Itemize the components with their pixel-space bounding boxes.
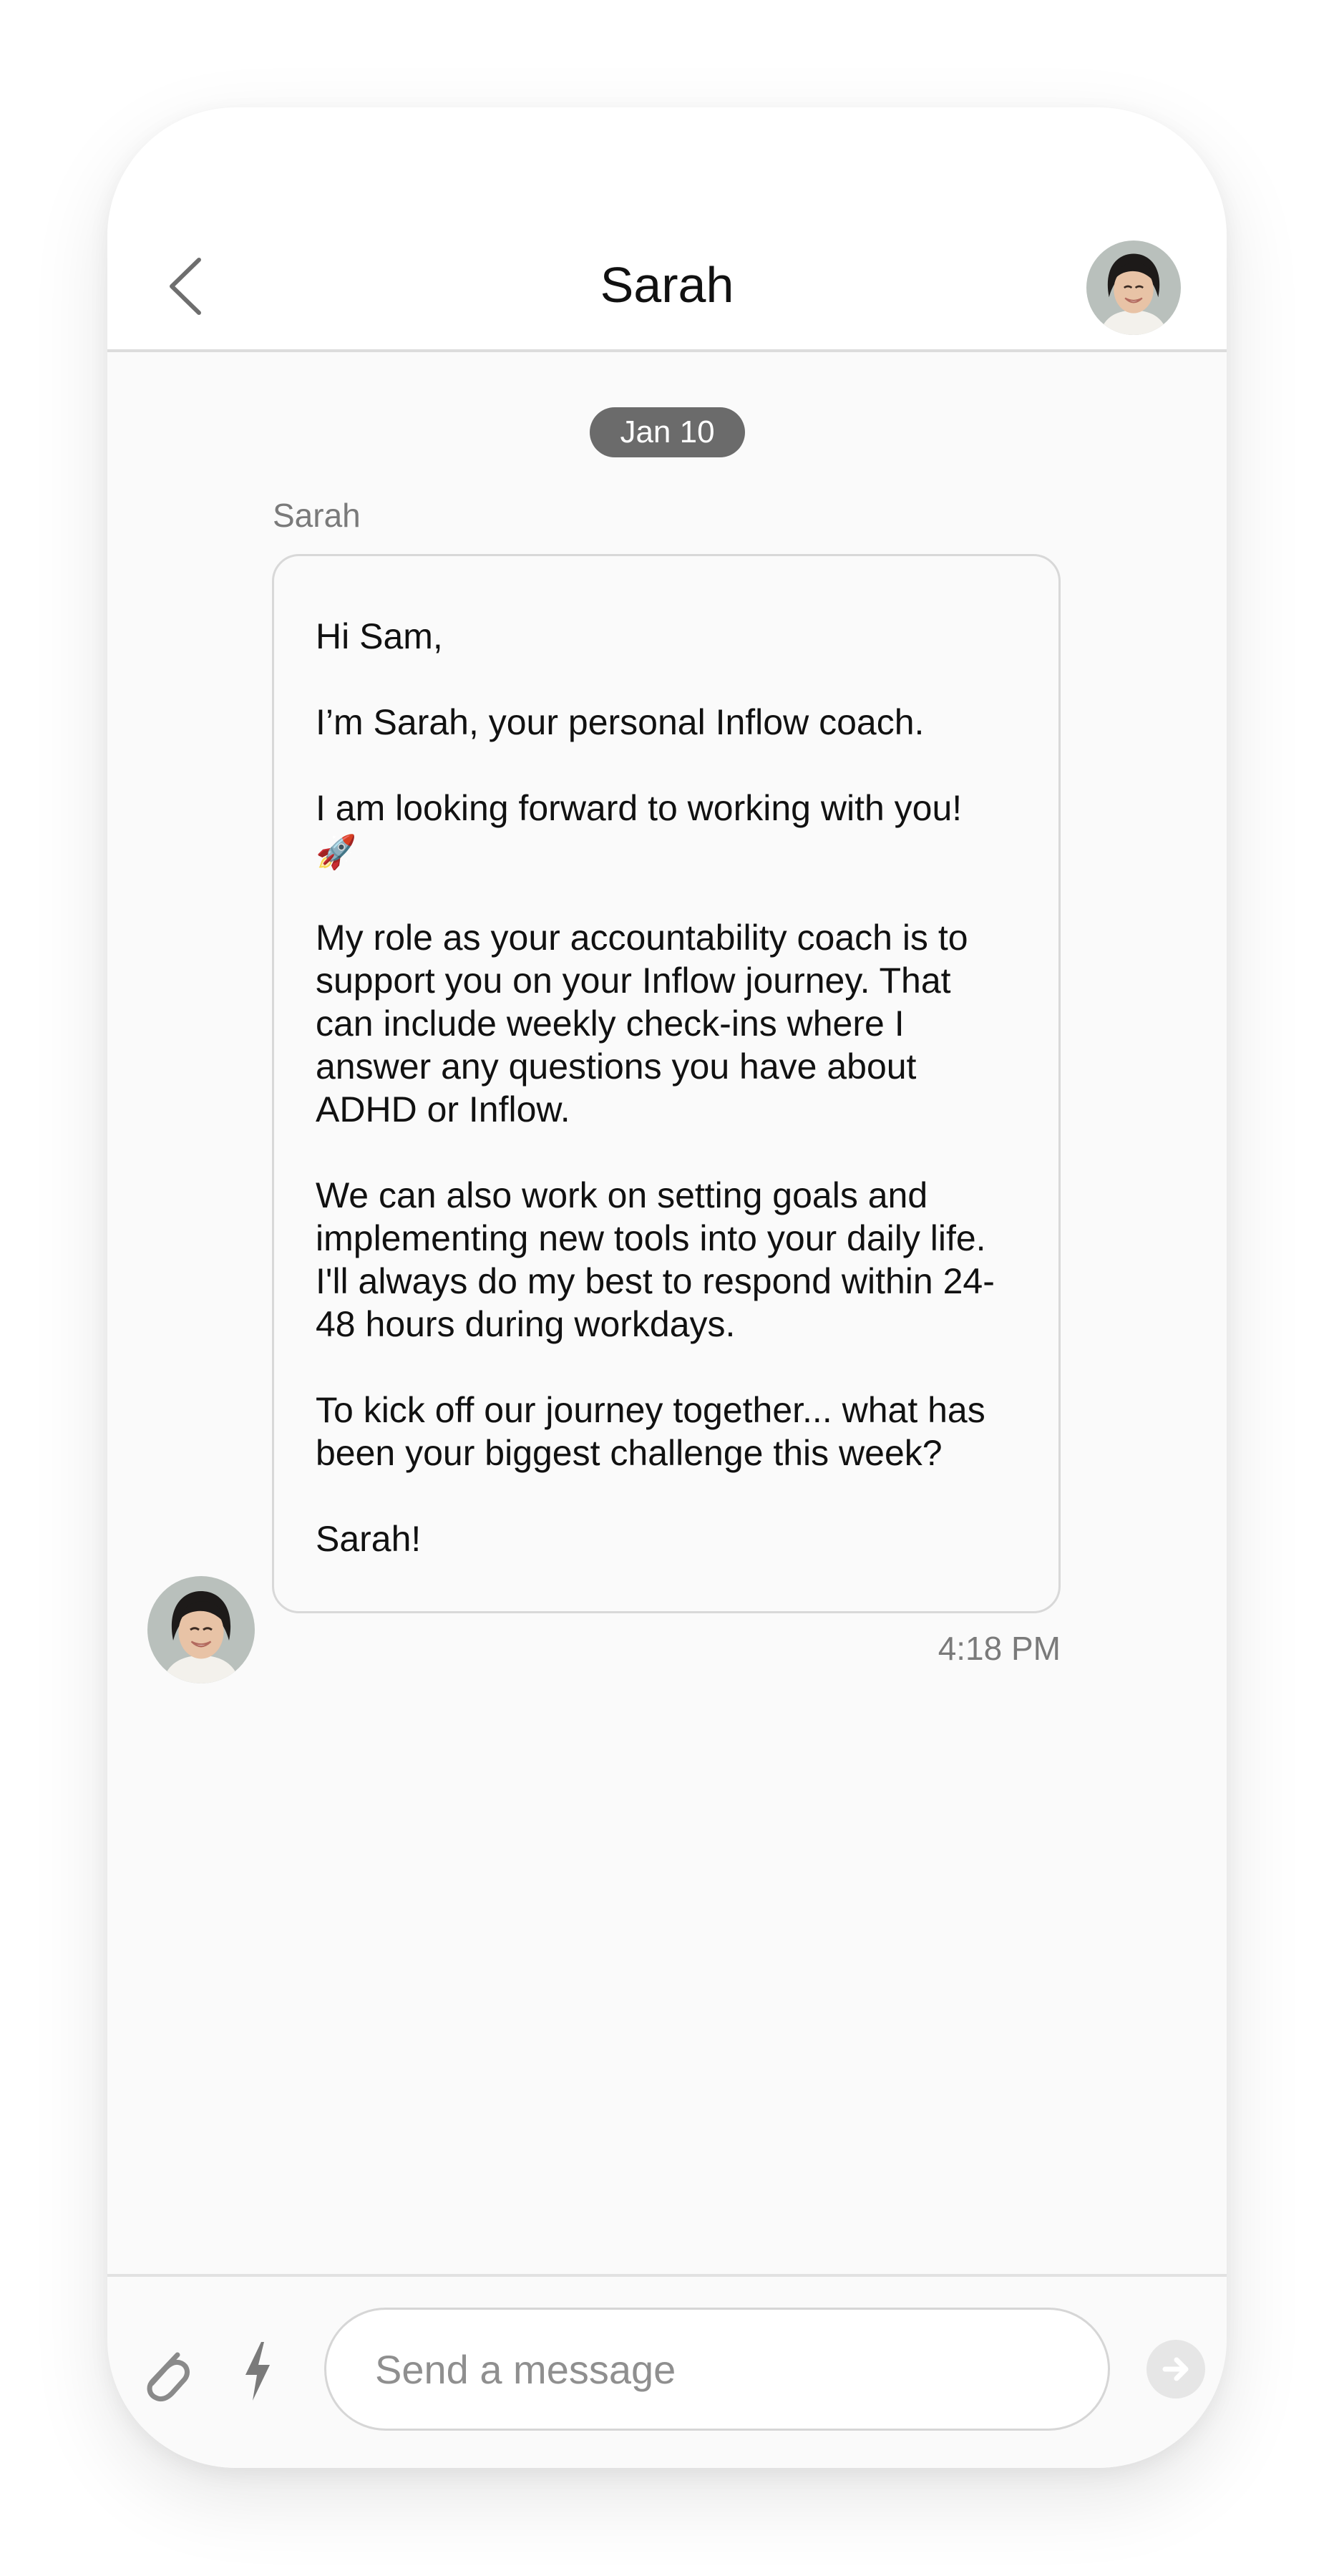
avatar-image [147,1576,255,1683]
message-timestamp: 4:18 PM [938,1630,1061,1667]
date-divider: Jan 10 [590,407,745,457]
message-bubble: Hi Sam, I’m Sarah, your personal Inflow … [272,554,1061,1613]
message-composer [107,2274,1227,2468]
lightning-icon [245,2342,270,2401]
message-paragraph: Hi Sam, [316,616,443,656]
sender-name: Sarah [273,497,361,534]
message-paragraph: I am looking forward to working with you… [316,787,1018,873]
chevron-left-icon [170,258,201,315]
quick-reply-button[interactable] [240,2339,276,2404]
message-paragraph: We can also work on setting goals and im… [316,1175,995,1344]
chat-header: Sarah [107,107,1227,352]
send-button[interactable] [1146,2340,1205,2398]
arrow-right-icon [1162,2357,1189,2381]
phone-frame: Sarah Jan 10 Sarah Hi Sam, I’m Sarah, yo… [107,107,1227,2468]
avatar-image [1086,240,1181,335]
rocket-emoji: 🚀 [316,832,357,871]
message-paragraph: To kick off our journey together... what… [316,1390,985,1473]
message-paragraph: I’m Sarah, your personal Inflow coach. [316,702,925,742]
paperclip-icon [147,2352,190,2402]
page-title: Sarah [600,257,734,313]
message-text: I am looking forward to working with you… [316,788,963,828]
back-button[interactable] [157,254,215,319]
avatar[interactable] [1086,240,1181,335]
message-input[interactable] [324,2308,1110,2431]
message-paragraph: My role as your accountability coach is … [316,918,968,1129]
message-paragraph: Sarah! [316,1519,422,1559]
sender-avatar[interactable] [147,1576,255,1683]
attach-button[interactable] [136,2338,193,2409]
